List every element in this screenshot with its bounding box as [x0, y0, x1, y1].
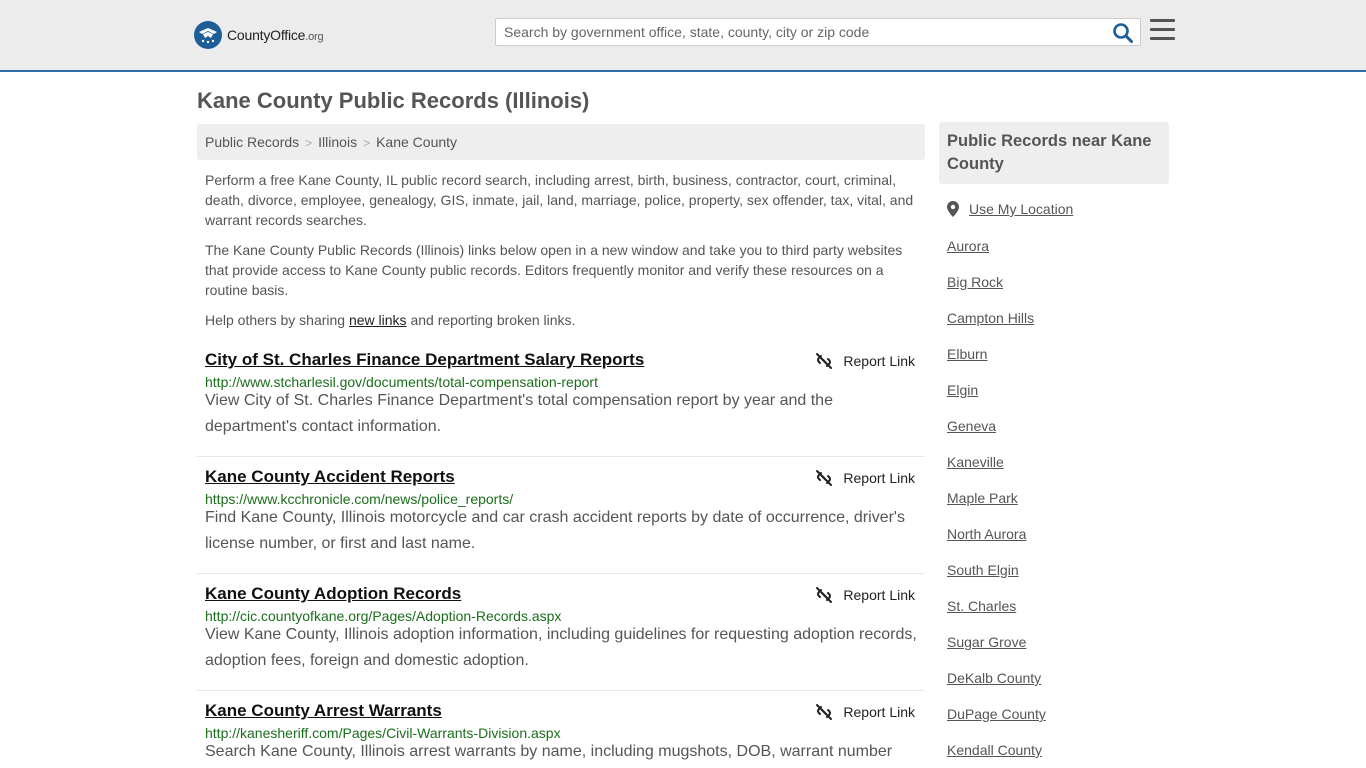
- sidebar-link-kendall-county[interactable]: Kendall County: [947, 742, 1042, 758]
- breadcrumb-public-records[interactable]: Public Records: [205, 134, 299, 150]
- intro-paragraph-2: The Kane County Public Records (Illinois…: [205, 242, 903, 298]
- use-my-location-label: Use My Location: [969, 201, 1074, 217]
- intro-paragraph-1: Perform a free Kane County, IL public re…: [205, 172, 914, 228]
- use-my-location-link[interactable]: Use My Location: [947, 201, 1073, 217]
- breadcrumb-separator-icon: >: [363, 136, 371, 150]
- record-item: Kane County Accident Reports Report Link…: [197, 467, 925, 574]
- sidebar-link-north-aurora[interactable]: North Aurora: [947, 526, 1026, 542]
- sidebar-link-st-charles[interactable]: St. Charles: [947, 598, 1016, 614]
- logo-main: CountyOffice: [227, 27, 306, 43]
- help-text-before: Help others by sharing: [205, 312, 349, 328]
- record-description: Search Kane County, Illinois arrest warr…: [205, 743, 893, 760]
- hamburger-menu-icon[interactable]: [1150, 19, 1175, 42]
- sidebar-link-dekalb-county[interactable]: DeKalb County: [947, 670, 1041, 686]
- sidebar-link-dupage-county[interactable]: DuPage County: [947, 706, 1046, 722]
- search-input[interactable]: [496, 19, 1106, 45]
- search-box: [495, 18, 1141, 46]
- record-description: View City of St. Charles Finance Departm…: [205, 392, 833, 435]
- broken-link-icon: [816, 353, 833, 369]
- sidebar-link-elburn[interactable]: Elburn: [947, 346, 987, 362]
- county-seal-icon: [194, 21, 222, 49]
- sidebar-link-maple-park[interactable]: Maple Park: [947, 490, 1018, 506]
- map-pin-icon: [947, 201, 959, 217]
- breadcrumb-illinois[interactable]: Illinois: [318, 134, 357, 150]
- logo-tld: .org: [305, 31, 324, 43]
- record-title-link[interactable]: Kane County Arrest Warrants: [205, 701, 442, 721]
- new-links-link[interactable]: new links: [349, 312, 407, 328]
- sidebar-link-aurora[interactable]: Aurora: [947, 238, 989, 254]
- record-description: View Kane County, Illinois adoption info…: [205, 626, 917, 669]
- report-link-label: Report Link: [843, 587, 915, 603]
- sidebar-heading: Public Records near Kane County: [939, 122, 1169, 184]
- breadcrumb-separator-icon: >: [305, 136, 313, 150]
- search-icon: [1113, 23, 1133, 43]
- sidebar-link-big-rock[interactable]: Big Rock: [947, 274, 1003, 290]
- record-title-link[interactable]: City of St. Charles Finance Department S…: [205, 350, 644, 370]
- report-link-label: Report Link: [843, 704, 915, 720]
- report-link-button[interactable]: Report Link: [815, 352, 915, 370]
- record-title-link[interactable]: Kane County Adoption Records: [205, 584, 461, 604]
- broken-link-icon: [816, 470, 833, 486]
- record-description: Find Kane County, Illinois motorcycle an…: [205, 509, 905, 552]
- sidebar-link-sugar-grove[interactable]: Sugar Grove: [947, 634, 1026, 650]
- sidebar-link-elgin[interactable]: Elgin: [947, 382, 978, 398]
- record-item: City of St. Charles Finance Department S…: [197, 350, 925, 457]
- page-title: Kane County Public Records (Illinois): [197, 88, 590, 113]
- record-item: Kane County Adoption Records Report Link…: [197, 584, 925, 691]
- report-link-label: Report Link: [843, 470, 915, 486]
- sidebar-link-kaneville[interactable]: Kaneville: [947, 454, 1004, 470]
- help-text: Help others by sharing new links and rep…: [205, 310, 917, 330]
- top-header: CountyOffice.org: [0, 0, 1366, 72]
- report-link-button[interactable]: Report Link: [815, 469, 915, 487]
- record-title-link[interactable]: Kane County Accident Reports: [205, 467, 455, 487]
- report-link-button[interactable]: Report Link: [815, 703, 915, 721]
- record-item: Kane County Arrest Warrants Report Link …: [197, 701, 925, 768]
- sidebar-link-campton-hills[interactable]: Campton Hills: [947, 310, 1034, 326]
- report-link-label: Report Link: [843, 353, 915, 369]
- site-logo[interactable]: CountyOffice.org: [194, 20, 324, 50]
- logo-text: CountyOffice.org: [227, 27, 324, 43]
- sidebar-link-geneva[interactable]: Geneva: [947, 418, 996, 434]
- broken-link-icon: [816, 704, 833, 720]
- breadcrumb: Public Records > Illinois > Kane County: [197, 124, 925, 160]
- help-text-after: and reporting broken links.: [406, 312, 576, 328]
- broken-link-icon: [816, 587, 833, 603]
- sidebar-link-south-elgin[interactable]: South Elgin: [947, 562, 1019, 578]
- report-link-button[interactable]: Report Link: [815, 586, 915, 604]
- breadcrumb-kane-county[interactable]: Kane County: [376, 134, 457, 150]
- search-button[interactable]: [1112, 22, 1134, 44]
